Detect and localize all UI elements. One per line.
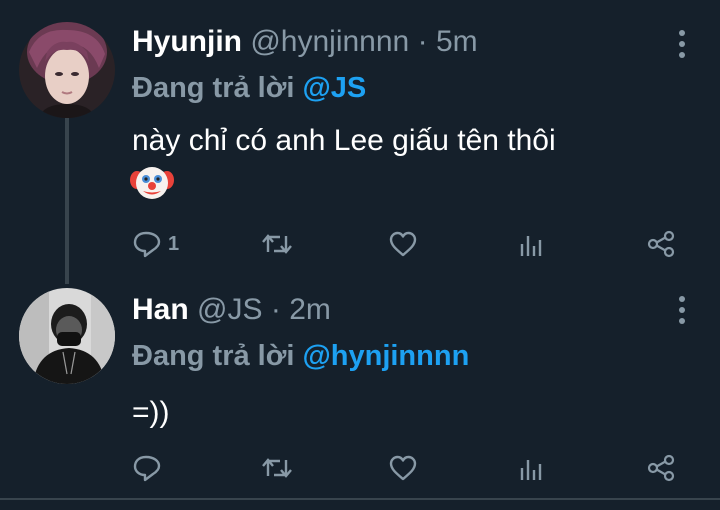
thread-connector-line [65,118,69,284]
tweet-text: =)) [132,396,170,429]
replying-to-mention[interactable]: @JS [302,72,366,104]
replying-to-label: Đang trả lời [132,340,295,372]
timestamp[interactable]: 2m [289,293,331,326]
tweet-text: này chỉ có anh Lee giấu tên thôi [132,124,556,157]
replying-to-line: Đang trả lời @JS [132,70,366,106]
separator-dot: · [417,25,428,58]
timestamp[interactable]: 5m [436,25,478,58]
more-options-icon[interactable] [678,296,686,324]
retweet-button[interactable] [260,452,294,484]
replying-to-label: Đang trả lời [132,72,295,104]
share-icon [646,230,676,258]
share-icon [646,454,676,482]
reply-count: 1 [168,232,180,255]
handle[interactable]: @JS [197,293,262,326]
more-options-icon[interactable] [678,30,686,58]
stats-button[interactable] [518,452,544,484]
stats-icon [518,454,544,482]
retweet-button[interactable] [260,228,294,260]
like-button[interactable] [388,228,418,260]
handle[interactable]: @hynjinnnn [250,25,409,58]
tweet-header: Hyunjin @hynjinnnn · 5m [132,24,478,60]
tweet[interactable]: Hyunjin @hynjinnnn · 5m Đang trả lời @JS… [0,0,720,284]
display-name[interactable]: Hyunjin [132,25,242,58]
avatar[interactable] [19,22,115,118]
tweet-actions: 1 [132,228,692,260]
reply-button[interactable]: 1 [132,228,179,260]
like-button[interactable] [388,452,418,484]
share-button[interactable] [646,452,676,484]
replying-to-mention[interactable]: @hynjinnnn [302,340,469,372]
replying-to-line: Đang trả lời @hynjinnnn [132,338,469,374]
tweet-actions [132,452,692,484]
retweet-icon [260,230,294,258]
display-name[interactable]: Han [132,293,189,326]
avatar[interactable] [19,288,115,384]
heart-icon [388,454,418,482]
share-button[interactable] [646,228,676,260]
stats-icon [518,230,544,258]
reply-icon [132,454,162,482]
retweet-icon [260,454,294,482]
reply-icon [132,230,162,258]
stats-button[interactable] [518,228,544,260]
tweet-divider [0,498,720,500]
tweet-header: Han @JS · 2m [132,292,331,328]
reply-button[interactable] [132,452,168,484]
separator-dot: · [270,293,281,326]
heart-icon [388,230,418,258]
clown-face-icon [130,163,174,201]
